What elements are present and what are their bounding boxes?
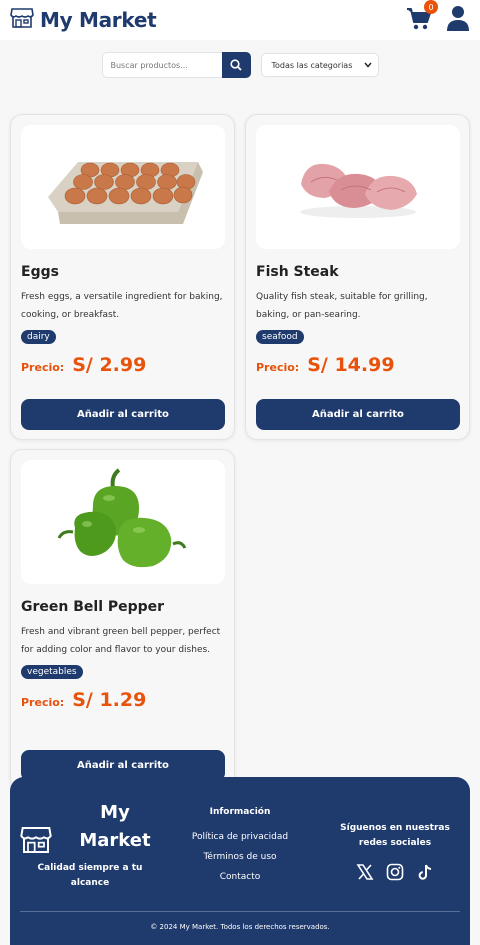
x-icon[interactable] [356,863,374,885]
price-label: Precio: [21,696,65,709]
product-image [21,460,225,584]
category-tag: vegetables [21,665,83,679]
product-card: Green Bell Pepper Fresh and vibrant gree… [10,449,235,791]
tiktok-icon[interactable] [416,863,434,885]
store-icon [10,7,34,33]
cart-count-badge: 0 [424,0,438,14]
product-name: Fish Steak [256,264,339,280]
search-input[interactable] [101,52,222,78]
footer: My Market Calidad siempre a tu alcance I… [10,777,470,945]
chevron-down-icon [363,61,372,70]
instagram-icon[interactable] [386,863,404,885]
product-image [256,125,460,249]
price-label: Precio: [21,361,65,374]
privacy-link[interactable]: Política de privacidad [160,827,320,847]
add-to-cart-button[interactable]: Añadir al carrito [256,399,460,430]
brand-title: My Market [40,8,157,32]
store-icon [20,825,52,859]
footer-social: Síguenos en nuestras redes sociales [330,821,460,885]
footer-info: Información Política de privacidad Térmi… [160,807,320,887]
price-value: S/ 2.99 [72,354,147,376]
price-row: Precio: S/ 1.29 [21,689,224,711]
category-tag: dairy [21,330,56,344]
product-name: Green Bell Pepper [21,599,165,615]
cart-button[interactable]: 0 [406,0,438,35]
price-value: S/ 14.99 [307,354,395,376]
add-to-cart-button[interactable]: Añadir al carrito [21,399,225,430]
price-value: S/ 1.29 [72,689,147,711]
price-row: Precio: S/ 14.99 [256,354,459,376]
category-select[interactable]: Todas las categorias [260,53,379,77]
price-label: Precio: [256,361,300,374]
category-tag: seafood [256,330,304,344]
footer-copyright: © 2024 My Market. Todos los derechos res… [150,923,330,931]
footer-social-title: Síguenos en nuestras redes sociales [340,823,450,848]
category-selected: Todas las categorias [271,60,353,70]
user-icon[interactable] [446,5,470,35]
product-image [21,125,225,249]
product-description: Fresh and vibrant green bell pepper, per… [21,627,221,655]
product-description: Quality fish steak, suitable for grillin… [256,292,428,320]
header: My Market 0 [0,0,480,40]
brand[interactable]: My Market [10,7,157,33]
product-description: Fresh eggs, a versatile ingredient for b… [21,292,223,320]
search-button[interactable] [221,52,251,78]
product-name: Eggs [21,264,59,280]
cart-icon [406,8,432,35]
footer-brand-title: My Market [79,802,151,851]
product-card: Eggs Fresh eggs, a versatile ingredient … [10,114,235,440]
terms-link[interactable]: Términos de uso [160,847,320,867]
contact-link[interactable]: Contacto [160,867,320,887]
product-card: Fish Steak Quality fish steak, suitable … [245,114,470,440]
price-row: Precio: S/ 2.99 [21,354,224,376]
search-icon [230,56,242,75]
search-bar: Todas las categorias [0,52,480,78]
footer-tagline: Calidad siempre a tu alcance [37,863,143,888]
footer-divider [20,911,460,912]
footer-info-title: Información [209,807,271,817]
